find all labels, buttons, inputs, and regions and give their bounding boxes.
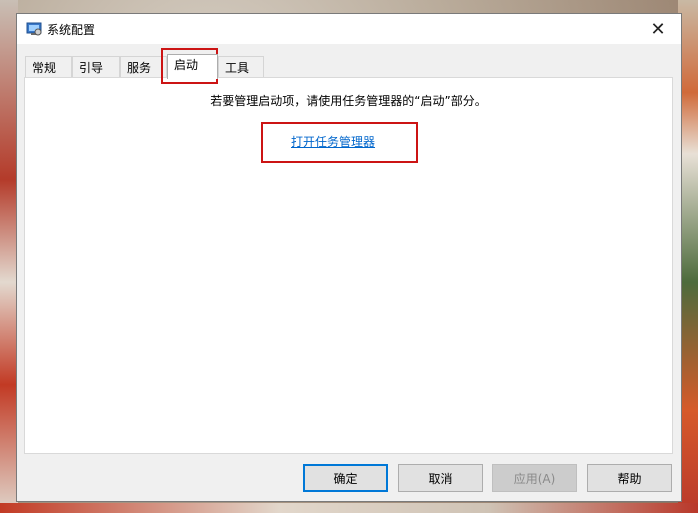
tab-tools[interactable]: 工具 [218,56,264,78]
title-bar[interactable]: 系统配置 ✕ [17,14,681,44]
tab-services[interactable]: 服务 [120,56,167,78]
window-title: 系统配置 [47,23,96,37]
tab-general[interactable]: 常规 [25,56,72,78]
tab-boot[interactable]: 引导 [72,56,120,78]
open-task-manager-link[interactable]: 打开任务管理器 [291,133,375,150]
tab-startup[interactable]: 启动 [167,54,218,79]
help-button[interactable]: 帮助 [587,464,672,492]
tab-strip: 常规 引导 服务 启动 工具 [25,54,675,79]
system-config-icon [26,21,42,37]
ok-button[interactable]: 确定 [303,464,388,492]
close-button[interactable]: ✕ [635,14,681,44]
system-config-window: 系统配置 ✕ 常规 引导 服务 启动 工具 若要管理启动项，请使用任务管理器的“… [16,13,682,502]
cancel-button[interactable]: 取消 [398,464,483,492]
startup-panel: 若要管理启动项，请使用任务管理器的“启动”部分。 打开任务管理器 [24,77,673,454]
apply-button[interactable]: 应用(A) [492,464,577,492]
close-icon: ✕ [650,18,666,40]
desktop-background-bottom [0,503,698,513]
startup-info-text: 若要管理启动项，请使用任务管理器的“启动”部分。 [210,94,487,108]
